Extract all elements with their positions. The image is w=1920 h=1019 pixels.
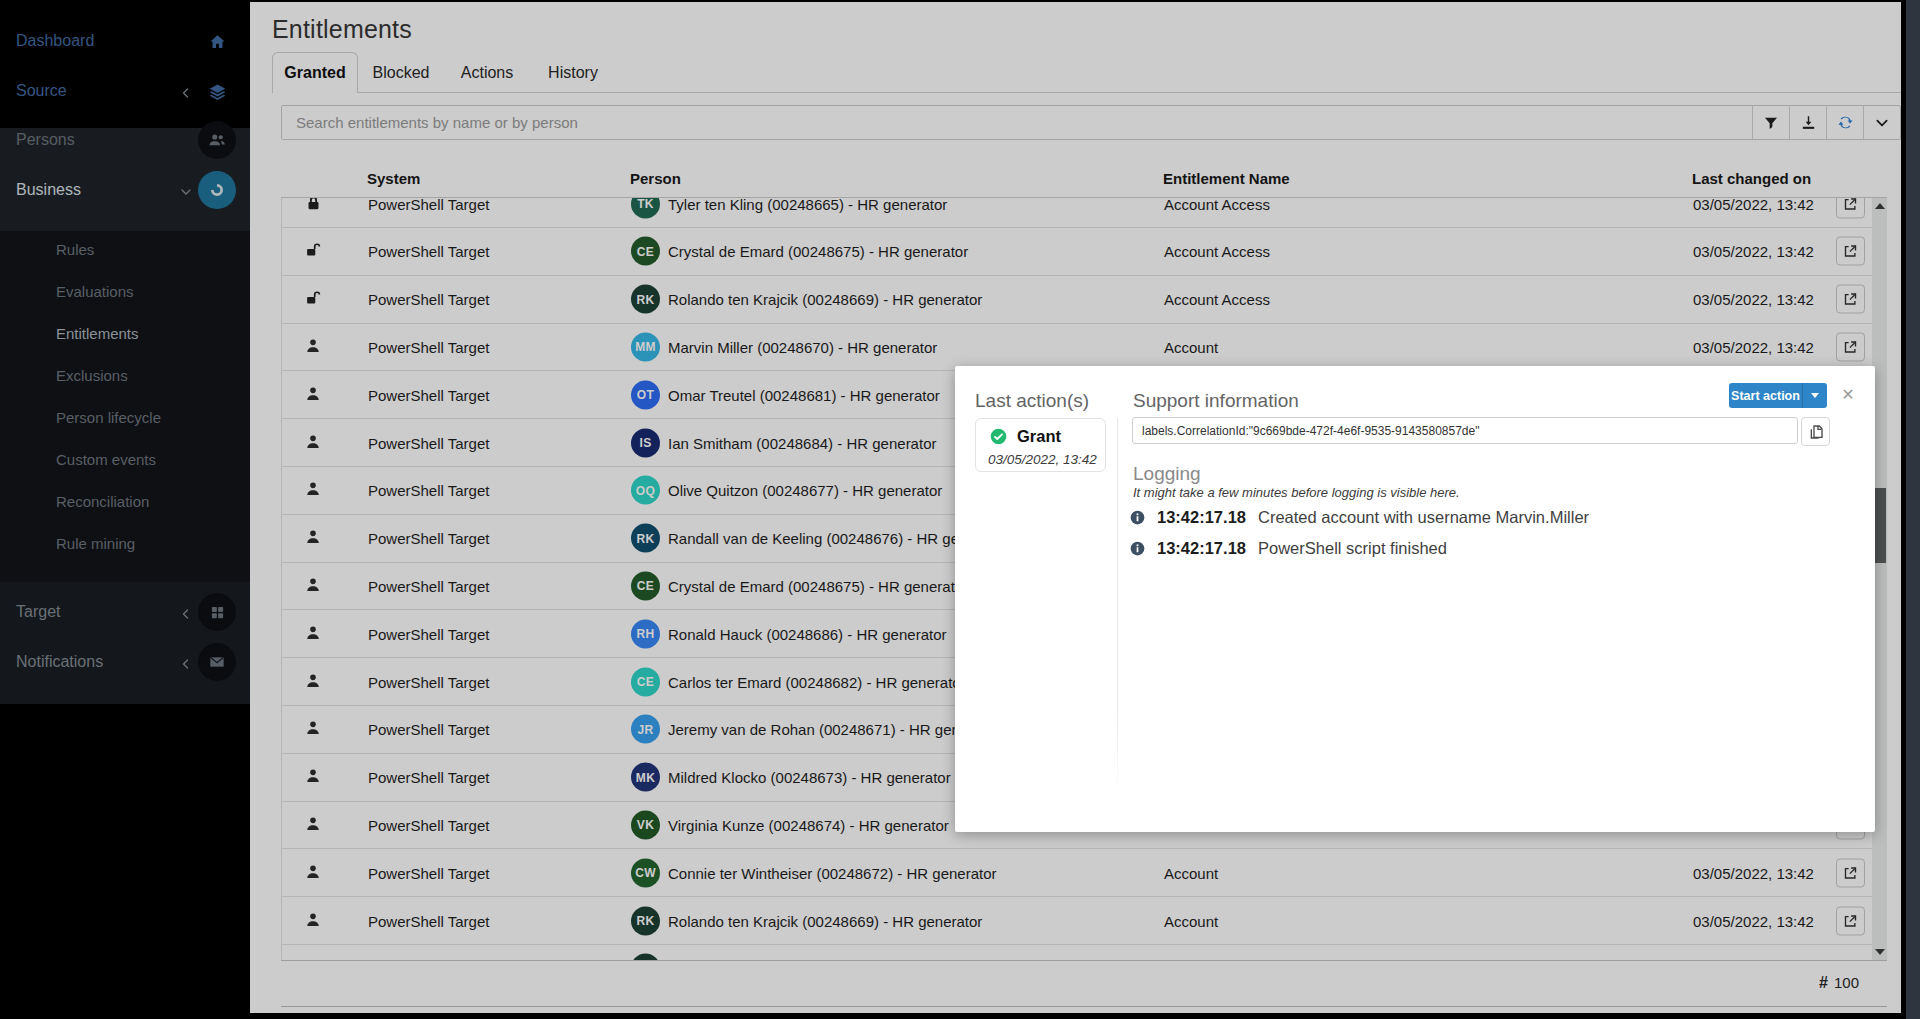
log-entry: 13:42:17.18 Created account with usernam… (1130, 507, 1589, 527)
logging-note: It might take a few minutes before loggi… (1133, 485, 1460, 500)
support-title: Support information (1133, 390, 1299, 412)
close-icon[interactable]: ✕ (1839, 386, 1857, 404)
action-popup: Last action(s) Grant 03/05/2022, 13:42 S… (955, 366, 1875, 832)
start-action-label: Start action (1729, 389, 1802, 403)
start-action-button[interactable]: Start action (1729, 383, 1827, 408)
logging-title: Logging (1133, 463, 1201, 485)
action-name: Grant (1017, 427, 1061, 446)
last-action-card: Grant 03/05/2022, 13:42 (975, 418, 1106, 472)
action-date: 03/05/2022, 13:42 (988, 452, 1097, 467)
log-message: PowerShell script finished (1258, 539, 1447, 558)
log-time: 13:42:17.18 (1157, 508, 1246, 527)
window-edge (1906, 0, 1920, 1019)
last-actions-title: Last action(s) (975, 390, 1089, 412)
popup-divider (1117, 418, 1118, 798)
app-window: DashboardSourcePersonsBusinessTargetNoti… (0, 2, 1901, 1013)
start-action-caret[interactable] (1803, 393, 1827, 398)
log-entry: 13:42:17.18 PowerShell script finished (1130, 538, 1447, 558)
copy-button[interactable] (1801, 417, 1830, 446)
info-icon (1130, 541, 1145, 556)
info-icon (1130, 510, 1145, 525)
screen: DashboardSourcePersonsBusinessTargetNoti… (0, 0, 1920, 1019)
check-circle-icon (990, 428, 1007, 445)
copy-icon (1808, 424, 1824, 440)
log-time: 13:42:17.18 (1157, 539, 1246, 558)
correlation-id-field[interactable]: labels.CorrelationId:"9c669bde-472f-4e6f… (1132, 417, 1798, 444)
log-message: Created account with username Marvin.Mil… (1258, 508, 1589, 527)
